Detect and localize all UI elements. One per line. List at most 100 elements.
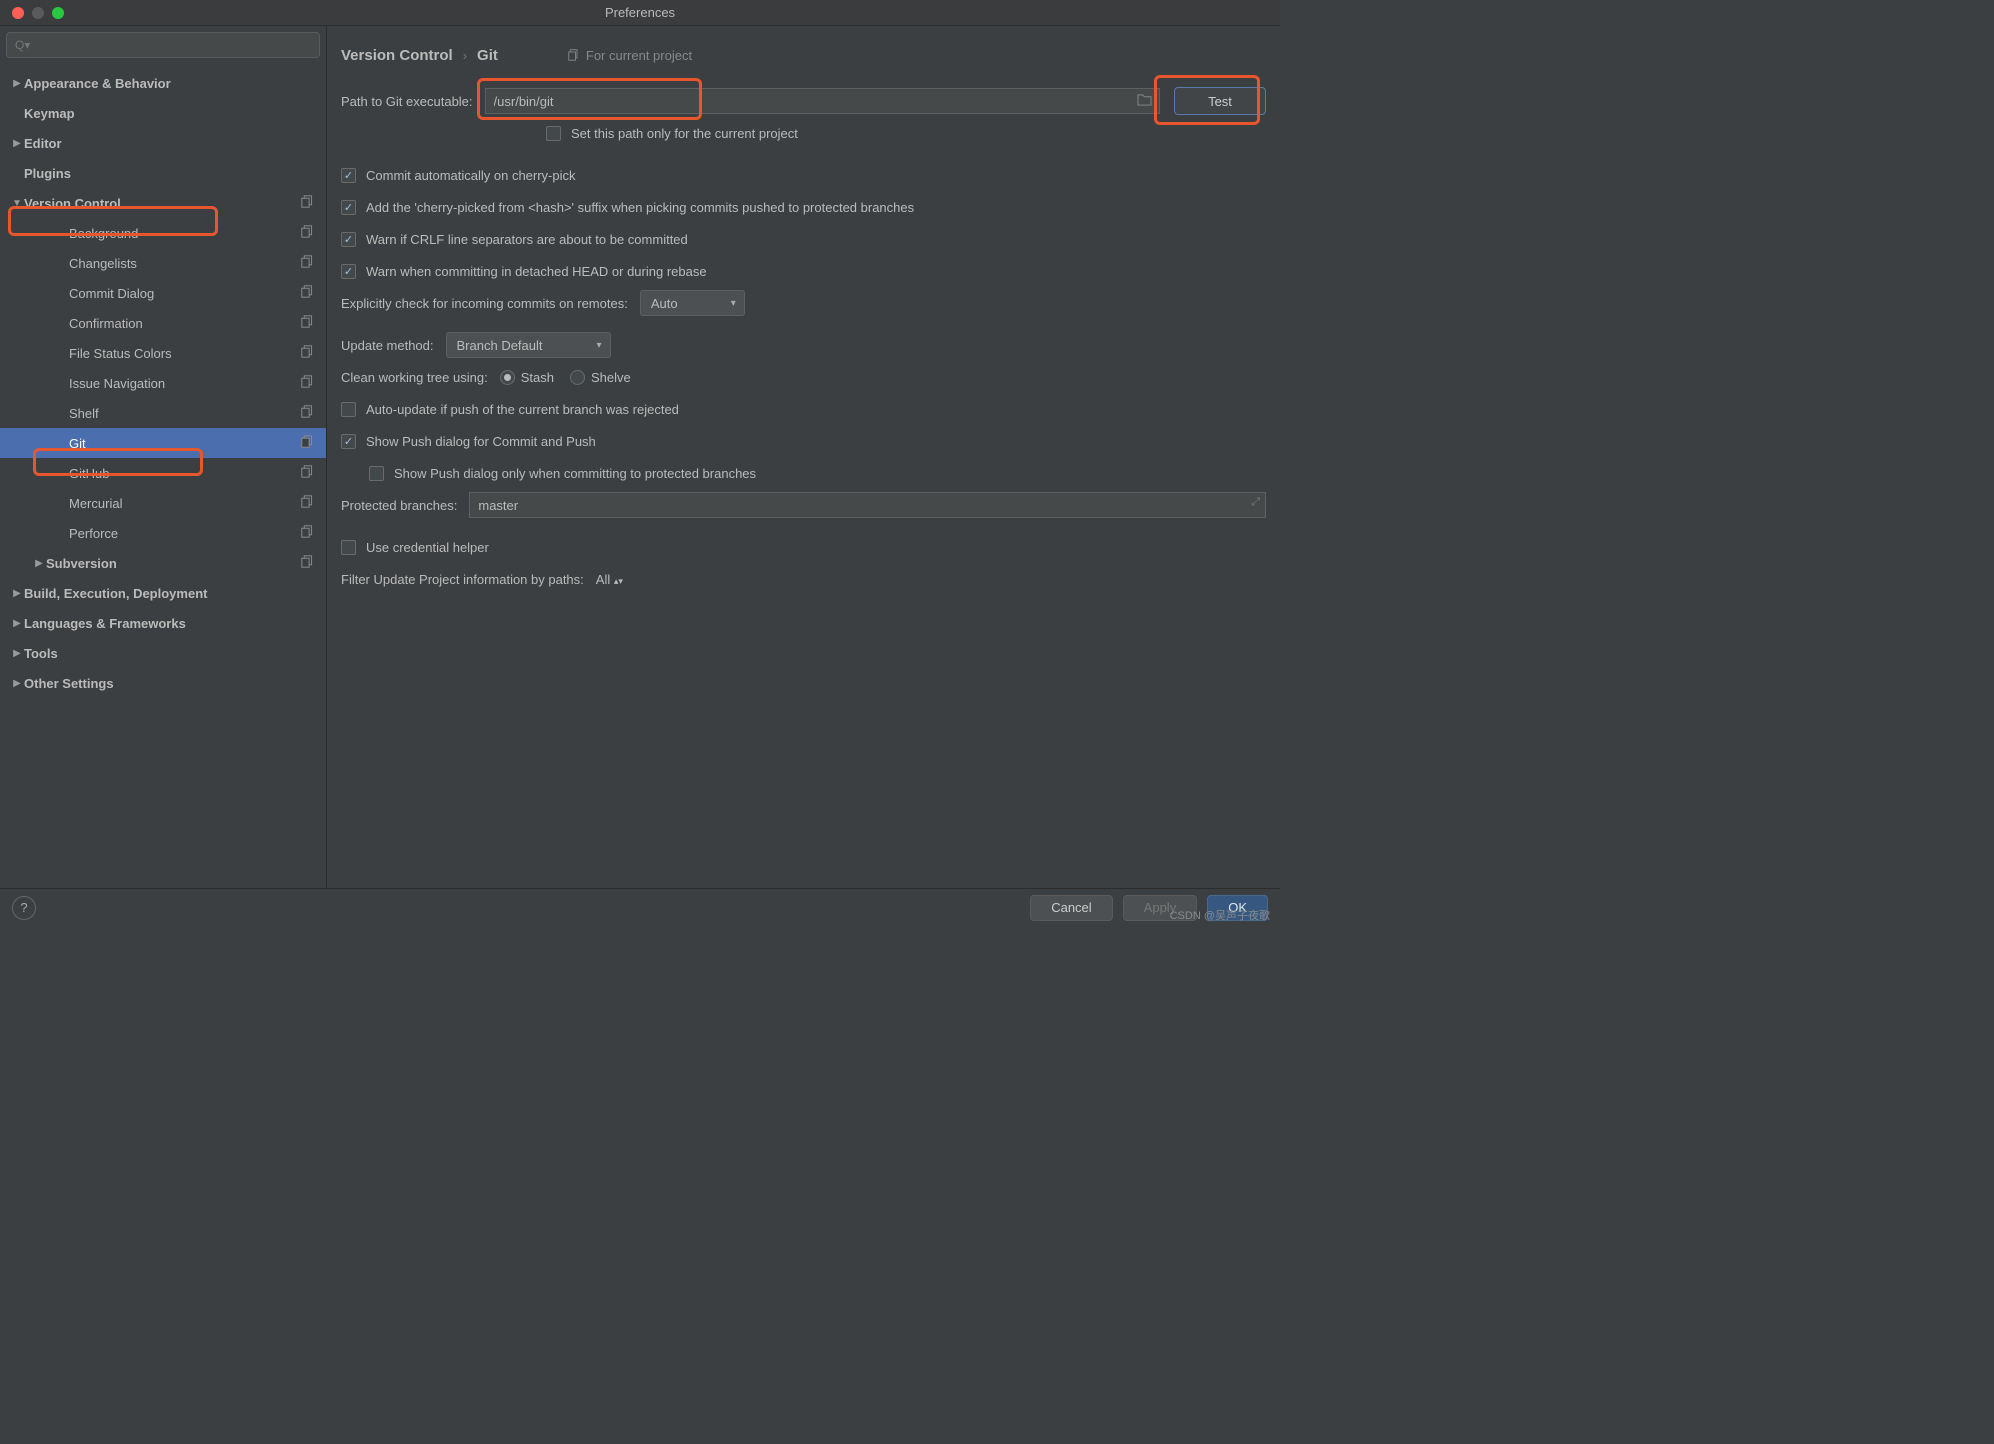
updown-icon: ▴▾ [614, 576, 623, 586]
expand-icon[interactable]: ⤢ [1251, 496, 1260, 509]
copy-icon [301, 525, 314, 541]
copy-icon [301, 285, 314, 301]
sidebar-item-label: Changelists [69, 256, 137, 271]
sidebar-item-label: Shelf [69, 406, 99, 421]
sidebar-item-plugins[interactable]: Plugins [0, 158, 326, 188]
tree-arrow-icon: ▶ [10, 648, 24, 659]
show-push-protected-label: Show Push dialog only when committing to… [394, 466, 756, 481]
close-icon[interactable] [12, 7, 24, 19]
tree-arrow-icon: ▶ [10, 678, 24, 689]
update-method-select[interactable]: Branch Default [446, 332, 611, 358]
show-push-protected-checkbox[interactable] [369, 466, 384, 481]
cherry-suffix-checkbox[interactable] [341, 200, 356, 215]
sidebar-item-label: Keymap [24, 106, 75, 121]
filter-paths-label: Filter Update Project information by pat… [341, 572, 584, 587]
set-path-only-checkbox[interactable] [546, 126, 561, 141]
titlebar: Preferences [0, 0, 1280, 26]
stash-label: Stash [521, 370, 554, 385]
copy-icon [301, 405, 314, 421]
sidebar-item-background[interactable]: Background [0, 218, 326, 248]
clean-tree-label: Clean working tree using: [341, 370, 488, 385]
copy-icon [301, 375, 314, 391]
chevron-right-icon: › [463, 48, 467, 63]
breadcrumb-leaf: Git [477, 47, 498, 64]
sidebar: ▶Appearance & BehaviorKeymap▶EditorPlugi… [0, 26, 327, 888]
watermark: CSDN @吴声子夜歌 [1170, 907, 1270, 923]
test-button[interactable]: Test [1174, 87, 1266, 115]
stash-radio[interactable] [500, 370, 515, 385]
auto-update-checkbox[interactable] [341, 402, 356, 417]
sidebar-item-commit-dialog[interactable]: Commit Dialog [0, 278, 326, 308]
copy-icon [301, 315, 314, 331]
sidebar-item-tools[interactable]: ▶Tools [0, 638, 326, 668]
tree-arrow-icon: ▶ [10, 588, 24, 599]
sidebar-item-build-execution-deployment[interactable]: ▶Build, Execution, Deployment [0, 578, 326, 608]
sidebar-item-version-control[interactable]: ▼Version Control [0, 188, 326, 218]
path-label: Path to Git executable: [341, 94, 473, 109]
sidebar-item-label: Appearance & Behavior [24, 76, 171, 91]
sidebar-item-perforce[interactable]: Perforce [0, 518, 326, 548]
sidebar-item-keymap[interactable]: Keymap [0, 98, 326, 128]
search-input[interactable] [6, 32, 320, 58]
show-push-checkbox[interactable] [341, 434, 356, 449]
sidebar-item-confirmation[interactable]: Confirmation [0, 308, 326, 338]
tree-arrow-icon: ▶ [32, 558, 46, 569]
detached-warn-label: Warn when committing in detached HEAD or… [366, 264, 707, 279]
main-panel: Version Control › Git For current projec… [327, 26, 1280, 888]
maximize-icon[interactable] [52, 7, 64, 19]
sidebar-item-changelists[interactable]: Changelists [0, 248, 326, 278]
protected-branches-label: Protected branches: [341, 498, 457, 513]
copy-icon [301, 345, 314, 361]
sidebar-item-label: Plugins [24, 166, 71, 181]
explicit-check-label: Explicitly check for incoming commits on… [341, 296, 628, 311]
footer: ? Cancel Apply OK [0, 888, 1280, 926]
copy-icon [301, 225, 314, 241]
sidebar-item-shelf[interactable]: Shelf [0, 398, 326, 428]
detached-warn-checkbox[interactable] [341, 264, 356, 279]
filter-paths-value[interactable]: All ▴▾ [596, 572, 623, 587]
sidebar-item-file-status-colors[interactable]: File Status Colors [0, 338, 326, 368]
sidebar-item-issue-navigation[interactable]: Issue Navigation [0, 368, 326, 398]
protected-branches-input[interactable] [469, 492, 1266, 518]
explicit-check-select[interactable]: Auto [640, 290, 745, 316]
git-path-input[interactable] [485, 88, 1160, 114]
copy-icon [301, 435, 314, 451]
cancel-button[interactable]: Cancel [1030, 895, 1112, 921]
credential-helper-checkbox[interactable] [341, 540, 356, 555]
show-push-label: Show Push dialog for Commit and Push [366, 434, 596, 449]
sidebar-item-label: Issue Navigation [69, 376, 165, 391]
copy-icon [301, 255, 314, 271]
breadcrumb-root[interactable]: Version Control [341, 47, 453, 64]
window-controls [0, 7, 64, 19]
tree-arrow-icon: ▶ [10, 78, 24, 89]
sidebar-item-label: Subversion [46, 556, 117, 571]
sidebar-item-label: Git [69, 436, 86, 451]
sidebar-item-github[interactable]: GitHub [0, 458, 326, 488]
shelve-radio[interactable] [570, 370, 585, 385]
sidebar-item-label: Background [69, 226, 138, 241]
cherry-pick-checkbox[interactable] [341, 168, 356, 183]
sidebar-item-git[interactable]: Git [0, 428, 326, 458]
tree-arrow-icon: ▶ [10, 618, 24, 629]
help-button[interactable]: ? [12, 896, 36, 920]
sidebar-item-label: Build, Execution, Deployment [24, 586, 207, 601]
sidebar-item-label: File Status Colors [69, 346, 172, 361]
sidebar-item-editor[interactable]: ▶Editor [0, 128, 326, 158]
cherry-suffix-label: Add the 'cherry-picked from <hash>' suff… [366, 200, 914, 215]
sidebar-item-label: Perforce [69, 526, 118, 541]
sidebar-item-languages-frameworks[interactable]: ▶Languages & Frameworks [0, 608, 326, 638]
sidebar-item-other-settings[interactable]: ▶Other Settings [0, 668, 326, 698]
sidebar-item-subversion[interactable]: ▶Subversion [0, 548, 326, 578]
sidebar-item-label: Mercurial [69, 496, 122, 511]
minimize-icon[interactable] [32, 7, 44, 19]
set-path-only-label: Set this path only for the current proje… [571, 126, 798, 141]
crlf-warn-checkbox[interactable] [341, 232, 356, 247]
update-method-label: Update method: [341, 338, 434, 353]
sidebar-item-label: Editor [24, 136, 62, 151]
folder-icon[interactable] [1137, 93, 1152, 109]
copy-icon [301, 495, 314, 511]
sidebar-item-mercurial[interactable]: Mercurial [0, 488, 326, 518]
sidebar-item-appearance-behavior[interactable]: ▶Appearance & Behavior [0, 68, 326, 98]
sidebar-item-label: Languages & Frameworks [24, 616, 186, 631]
sidebar-item-label: GitHub [69, 466, 109, 481]
